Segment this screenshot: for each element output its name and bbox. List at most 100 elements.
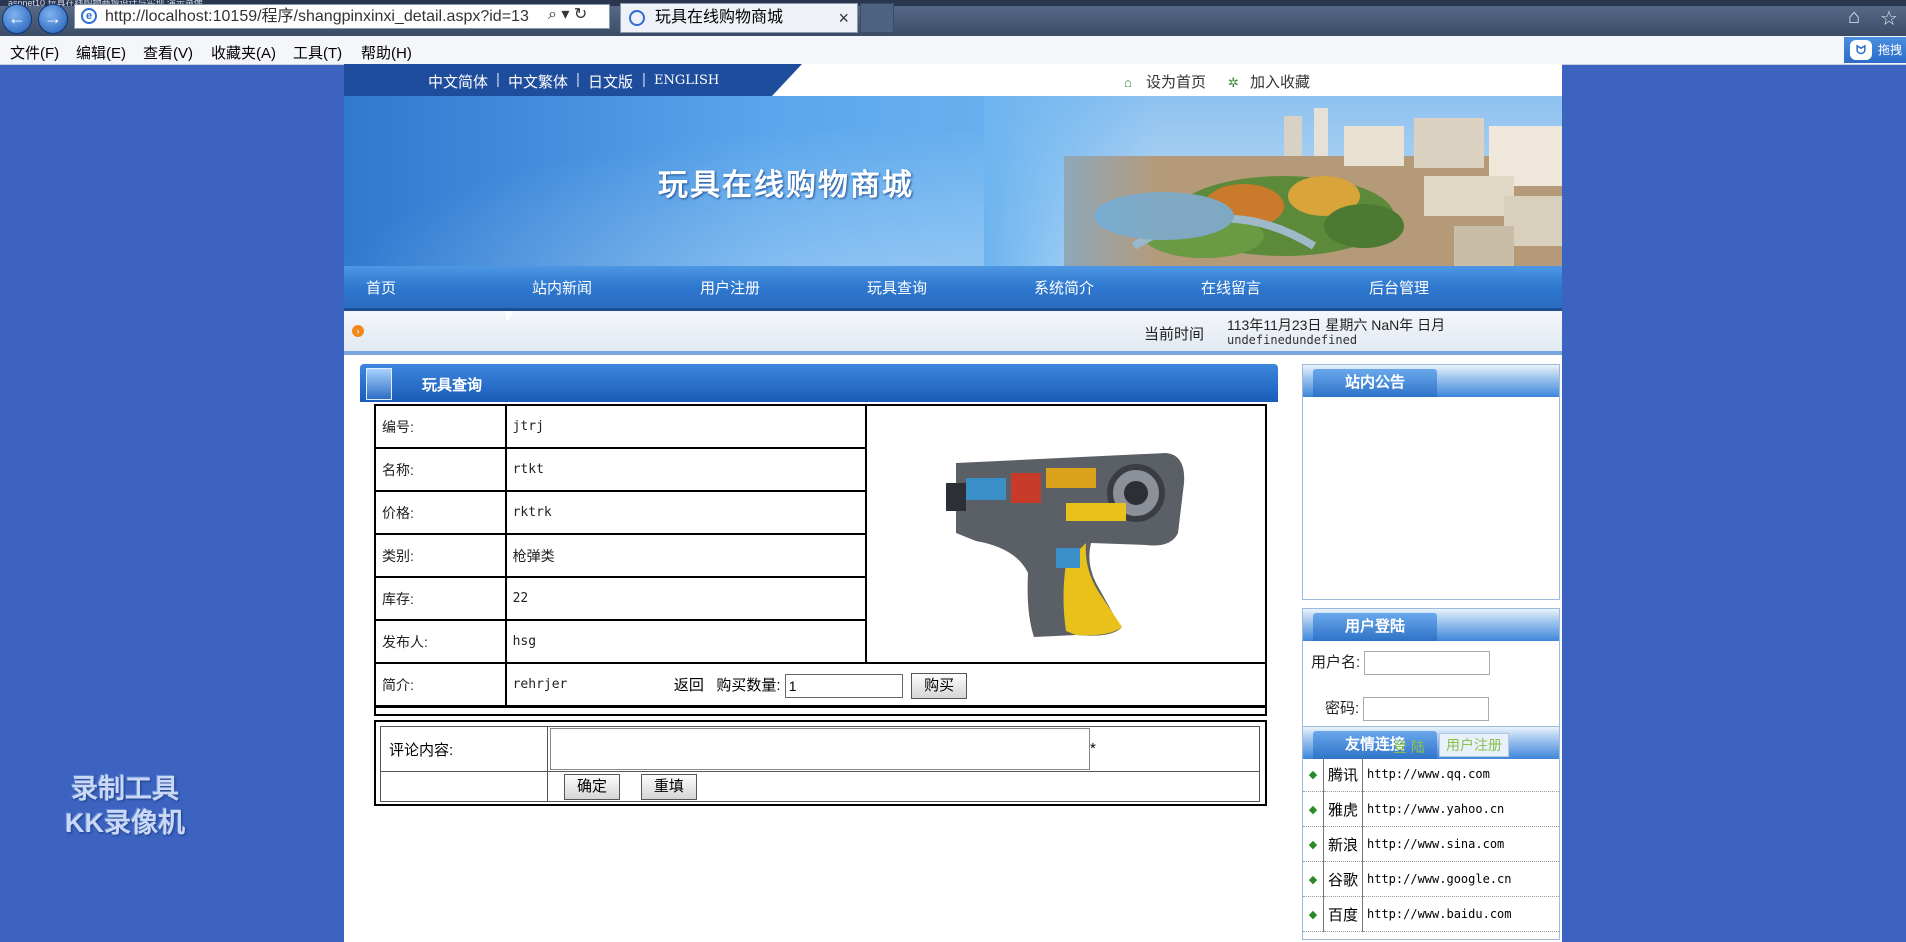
monitor-icon bbox=[366, 368, 392, 400]
site-banner: 玩具在线购物商城 bbox=[344, 96, 1562, 266]
field-value: rtkt bbox=[504, 447, 868, 492]
table-row: 评论内容: * bbox=[380, 726, 1260, 772]
login-button[interactable]: 登 陆 bbox=[1393, 737, 1425, 757]
lang-traditional[interactable]: 中文繁体 bbox=[508, 71, 568, 92]
nav-news[interactable]: 站内新闻 bbox=[532, 277, 592, 298]
address-url: http://localhost:10159/程序/shangpinxinxi_… bbox=[105, 8, 529, 25]
site-title: 玩具在线购物商城 bbox=[658, 168, 914, 203]
comment-form: 评论内容: * 确定 重填 bbox=[374, 720, 1267, 806]
list-item[interactable]: ◆ 新浪 http://www.sina.com bbox=[1303, 826, 1559, 862]
login-panel: 用户登陆 用户名: 密码: bbox=[1302, 608, 1560, 738]
field-value: hsg bbox=[504, 619, 868, 664]
field-label: 名称: bbox=[374, 447, 507, 492]
menu-file[interactable]: 文件(F) bbox=[10, 42, 59, 63]
search-icon[interactable]: ⌕ bbox=[548, 6, 557, 23]
lang-japanese[interactable]: 日文版 bbox=[588, 71, 633, 92]
lang-english[interactable]: ENGLISH bbox=[654, 73, 719, 88]
field-value: jtrj bbox=[504, 404, 868, 449]
menu-edit[interactable]: 编辑(E) bbox=[76, 42, 126, 63]
section-header: 玩具查询 bbox=[360, 364, 1278, 402]
dropdown-icon[interactable]: ▾ bbox=[561, 6, 569, 23]
field-label: 编号: bbox=[374, 404, 507, 449]
nav-home[interactable]: 首页 bbox=[366, 277, 396, 298]
recorder-watermark: 录制工具 KK录像机 bbox=[40, 772, 210, 840]
link-url[interactable]: http://www.baidu.com bbox=[1362, 896, 1559, 932]
language-bar-left bbox=[344, 64, 824, 96]
browser-tab[interactable]: 玩具在线购物商城 × bbox=[620, 3, 858, 33]
purchase-row: 返回 购买数量: 购买 bbox=[374, 668, 1267, 708]
link-name[interactable]: 雅虎 bbox=[1323, 791, 1363, 827]
favorites-star-icon[interactable]: ☆ bbox=[1880, 6, 1898, 31]
link-url[interactable]: http://www.google.cn bbox=[1362, 861, 1559, 897]
baidu-drag-label: 拖拽 bbox=[1878, 43, 1903, 57]
quantity-label: 购买数量: bbox=[716, 677, 781, 694]
menu-favorites[interactable]: 收藏夹(A) bbox=[211, 42, 276, 63]
back-icon[interactable]: ← bbox=[2, 4, 32, 34]
confirm-button[interactable]: 确定 bbox=[564, 773, 621, 800]
forward-icon[interactable]: → bbox=[38, 4, 68, 34]
password-input[interactable] bbox=[1363, 697, 1490, 722]
field-label: 类别: bbox=[374, 533, 507, 578]
table-row: 确定 重填 bbox=[380, 771, 1260, 802]
lang-separator: | bbox=[642, 71, 646, 88]
link-url[interactable]: http://www.yahoo.cn bbox=[1362, 791, 1559, 827]
bullet-icon: ◆ bbox=[1303, 861, 1324, 897]
set-homepage-link[interactable]: ⌂ 设为首页 bbox=[1124, 71, 1206, 92]
list-item[interactable]: ◆ 腾讯 http://www.qq.com bbox=[1303, 757, 1559, 792]
required-mark: * bbox=[1090, 739, 1096, 757]
link-url[interactable]: http://www.qq.com bbox=[1362, 757, 1559, 792]
menu-tools[interactable]: 工具(T) bbox=[293, 42, 342, 63]
bullet-icon: ◆ bbox=[1303, 896, 1324, 932]
browser-toolbar: aspnet10 玩具在线购物商城设计与实现 演示录像 ← → e http:/… bbox=[0, 0, 1906, 36]
link-name[interactable]: 腾讯 bbox=[1323, 757, 1363, 792]
home-small-icon: ⌂ bbox=[1124, 75, 1132, 90]
add-favorite-link[interactable]: ✲ 加入收藏 bbox=[1228, 71, 1310, 92]
set-homepage-label: 设为首页 bbox=[1146, 74, 1207, 91]
web-page: 中文简体 | 中文繁体 | 日文版 | ENGLISH ⌂ 设为首页 ✲ 加入收藏 bbox=[344, 64, 1562, 942]
nav-toy-search[interactable]: 玩具查询 bbox=[867, 277, 927, 298]
menu-help[interactable]: 帮助(H) bbox=[361, 42, 412, 63]
home-icon[interactable]: ⌂ bbox=[1848, 6, 1860, 29]
product-image-cell bbox=[865, 404, 1267, 664]
link-name[interactable]: 百度 bbox=[1323, 896, 1363, 932]
comment-textarea[interactable] bbox=[550, 728, 1090, 770]
new-tab-button[interactable] bbox=[860, 3, 894, 33]
current-time-value: undefinedundefined bbox=[1227, 333, 1358, 347]
link-name[interactable]: 谷歌 bbox=[1323, 861, 1363, 897]
refresh-icon[interactable]: ↻ bbox=[574, 6, 587, 23]
friend-links: ◆ 腾讯 http://www.qq.com ◆ 雅虎 http://www.yahoo… bbox=[1303, 757, 1559, 932]
baidu-drag-button[interactable]: ᗢ 拖拽 bbox=[1844, 37, 1906, 63]
register-button[interactable]: 用户注册 bbox=[1439, 733, 1509, 757]
username-input[interactable] bbox=[1364, 651, 1491, 676]
list-item[interactable]: ◆ 谷歌 http://www.google.cn bbox=[1303, 861, 1559, 897]
reset-button[interactable]: 重填 bbox=[640, 773, 697, 800]
field-label: 价格: bbox=[374, 490, 507, 535]
buy-button[interactable]: 购买 bbox=[911, 673, 968, 700]
link-name[interactable]: 新浪 bbox=[1323, 826, 1363, 862]
main-nav: 首页 站内新闻 用户注册 玩具查询 系统简介 在线留言 后台管理 bbox=[344, 266, 1562, 311]
ie-icon: e bbox=[81, 8, 97, 24]
nav-guestbook[interactable]: 在线留言 bbox=[1201, 277, 1261, 298]
current-time-label: 当前时间 bbox=[1144, 326, 1205, 343]
link-url[interactable]: http://www.sina.com bbox=[1362, 826, 1559, 862]
quantity-input[interactable] bbox=[784, 674, 903, 699]
menu-bar: 文件(F) 编辑(E) 查看(V) 收藏夹(A) 工具(T) 帮助(H) bbox=[0, 36, 1906, 65]
nav-register[interactable]: 用户注册 bbox=[700, 277, 760, 298]
address-bar[interactable]: e http://localhost:10159/程序/shangpinxinx… bbox=[74, 4, 610, 29]
tab-title: 玩具在线购物商城 bbox=[655, 9, 784, 26]
username-label: 用户名: bbox=[1311, 654, 1361, 671]
comment-label: 评论内容: bbox=[380, 726, 548, 772]
nav-admin[interactable]: 后台管理 bbox=[1369, 277, 1429, 298]
comment-table: 评论内容: * 确定 重填 bbox=[380, 726, 1260, 802]
password-label: 密码: bbox=[1325, 700, 1360, 717]
back-link[interactable]: 返回 bbox=[674, 677, 704, 694]
nav-about[interactable]: 系统简介 bbox=[1034, 277, 1094, 298]
login-title: 用户登陆 bbox=[1313, 613, 1437, 641]
list-item[interactable]: ◆ 雅虎 http://www.yahoo.cn bbox=[1303, 791, 1559, 827]
menu-view[interactable]: 查看(V) bbox=[143, 42, 193, 63]
close-tab-icon[interactable]: × bbox=[838, 4, 849, 32]
lang-simplified[interactable]: 中文简体 bbox=[428, 71, 488, 92]
bullet-icon: ◆ bbox=[1303, 826, 1324, 862]
watermark-line-2: KK录像机 bbox=[65, 808, 185, 838]
list-item[interactable]: ◆ 百度 http://www.baidu.com bbox=[1303, 896, 1559, 932]
